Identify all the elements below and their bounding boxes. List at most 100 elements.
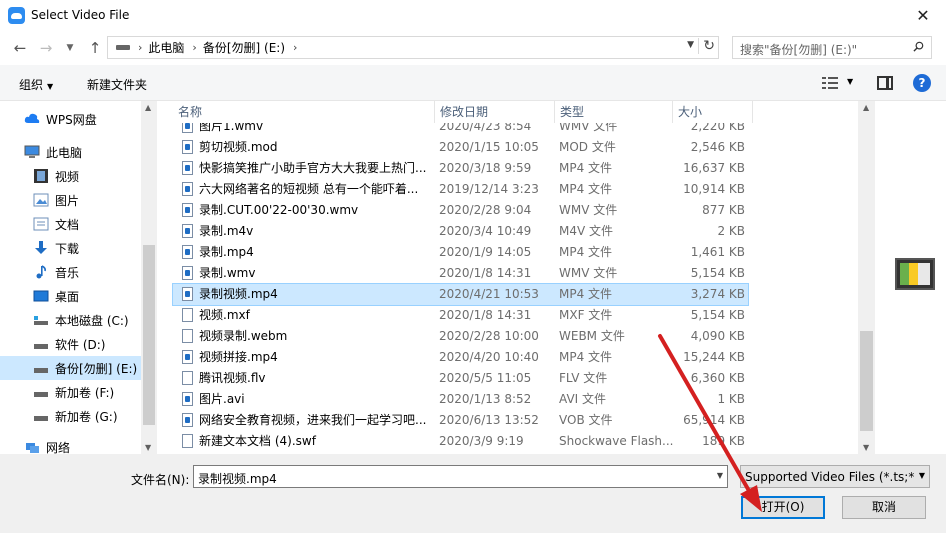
- table-row[interactable]: 网络安全教育视频，进来我们一起学习吧... 2020/6/13 13:52 VOB …: [173, 410, 748, 431]
- nav-item-label: 文档: [55, 217, 80, 232]
- file-size: 3,274 KB: [690, 287, 745, 301]
- cancel-button[interactable]: 取消: [842, 496, 926, 519]
- nav-item-label: 视频: [55, 169, 80, 184]
- title-bar: Select Video File ✕: [0, 0, 946, 31]
- file-date: 2020/1/15 10:05: [439, 140, 539, 154]
- scroll-up-arrow-icon[interactable]: ▲: [145, 103, 151, 112]
- column-size[interactable]: 大小: [673, 101, 753, 123]
- file-date: 2020/2/28 10:00: [439, 329, 539, 343]
- table-row[interactable]: 录制.mp4 2020/1/9 14:05 MP4 文件 1,461 KB: [173, 242, 748, 263]
- video-file-icon: [182, 224, 193, 238]
- recent-locations-chevron-icon[interactable]: ▼: [60, 38, 80, 58]
- breadcrumb-chevron-icon[interactable]: ›: [293, 41, 297, 54]
- view-options-icon[interactable]: [822, 76, 838, 90]
- nav-item-label: 软件 (D:): [55, 337, 106, 352]
- view-options-chevron-icon[interactable]: ▼: [847, 77, 853, 86]
- new-folder-button[interactable]: 新建文件夹: [87, 76, 147, 93]
- navigation-row: ← → ▼ ↑ › 此电脑 › 备份[勿删] (E:) › ▼ ↻ 搜索"备份[…: [0, 31, 946, 65]
- breadcrumb-drive-e[interactable]: 备份[勿删] (E:): [203, 39, 285, 56]
- back-arrow-icon[interactable]: ←: [10, 38, 30, 58]
- filename-dropdown-chevron-icon[interactable]: ▼: [717, 471, 723, 480]
- file-size: 65,914 KB: [683, 413, 745, 427]
- video-folder-icon: [34, 169, 48, 183]
- scroll-down-arrow-icon[interactable]: ▼: [145, 443, 151, 452]
- nav-item-desktop[interactable]: 桌面: [0, 284, 141, 308]
- organize-button[interactable]: 组织 ▼: [19, 76, 53, 93]
- table-row[interactable]: 六大网络著名的短视频 总有一个能吓着... 2019/12/14 3:23 MP4 …: [173, 179, 748, 200]
- file-type: WMV 文件: [559, 266, 618, 280]
- breadcrumb-chevron-icon[interactable]: ›: [138, 41, 142, 54]
- nav-item-drive-g[interactable]: 新加卷 (G:): [0, 404, 141, 428]
- table-row[interactable]: 视频拼接.mp4 2020/4/20 10:40 MP4 文件 15,244 KB: [173, 347, 748, 368]
- file-list-scrollbar[interactable]: ▲ ▼: [858, 101, 875, 454]
- search-box[interactable]: 搜索"备份[勿删] (E:)": [732, 36, 932, 59]
- file-name: 视频.mxf: [199, 308, 250, 322]
- file-type-filter-select[interactable]: Supported Video Files (*.ts;* ▼: [740, 465, 930, 488]
- scrollbar-thumb[interactable]: [860, 331, 873, 431]
- column-name[interactable]: 名称: [173, 101, 435, 123]
- table-row[interactable]: 快影搞笑推广小助手官方大大我要上热门... 2020/3/18 9:59 MP4 文…: [173, 158, 748, 179]
- scroll-down-arrow-icon[interactable]: ▼: [863, 443, 869, 452]
- forward-arrow-icon[interactable]: →: [36, 38, 56, 58]
- file-size: 2,546 KB: [690, 140, 745, 154]
- table-row[interactable]: 腾讯视频.flv 2020/5/5 11:05 FLV 文件 6,360 KB: [173, 368, 748, 389]
- nav-item-downloads[interactable]: 下载: [0, 236, 141, 260]
- column-date[interactable]: 修改日期: [435, 101, 555, 123]
- scrollbar-thumb[interactable]: [143, 245, 155, 425]
- up-arrow-icon[interactable]: ↑: [85, 38, 105, 58]
- table-row[interactable]: 剪切视频.mod 2020/1/15 10:05 MOD 文件 2,546 KB: [173, 137, 748, 158]
- nav-item-videos[interactable]: 视频: [0, 164, 141, 188]
- table-row[interactable]: 录制.wmv 2020/1/8 14:31 WMV 文件 5,154 KB: [173, 263, 748, 284]
- video-file-icon: [182, 140, 193, 154]
- column-type[interactable]: 类型: [555, 101, 673, 123]
- nav-item-this-pc[interactable]: 此电脑: [0, 140, 141, 164]
- scroll-up-arrow-icon[interactable]: ▲: [863, 103, 869, 112]
- drive-icon: [34, 416, 48, 421]
- file-date: 2020/1/8 14:31: [439, 266, 532, 280]
- table-row[interactable]: 录制视频.mp4 2020/4/21 10:53 MP4 文件 3,274 KB: [172, 283, 749, 306]
- filter-dropdown-chevron-icon[interactable]: ▼: [919, 471, 925, 480]
- video-file-icon: [182, 182, 193, 196]
- nav-item-network[interactable]: 网络: [0, 435, 141, 454]
- nav-item-documents[interactable]: 文档: [0, 212, 141, 236]
- nav-item-drive-c[interactable]: 本地磁盘 (C:): [0, 308, 141, 332]
- nav-item-drive-e[interactable]: 备份[勿删] (E:): [0, 356, 141, 380]
- help-icon[interactable]: ?: [913, 74, 931, 92]
- open-button[interactable]: 打开(O): [741, 496, 825, 519]
- app-cloud-icon: [8, 7, 25, 24]
- search-input[interactable]: 搜索"备份[勿删] (E:)": [740, 41, 857, 58]
- nav-item-wps-cloud[interactable]: WPS网盘: [0, 107, 141, 131]
- video-file-icon: [182, 245, 193, 259]
- navigation-scrollbar[interactable]: ▲ ▼: [141, 101, 157, 454]
- address-dropdown-chevron-icon[interactable]: ▼: [687, 40, 694, 50]
- table-row[interactable]: 新建文本文档 (4).swf 2020/3/9 9:19 Shockwave Fla…: [173, 431, 748, 452]
- nav-item-drive-d[interactable]: 软件 (D:): [0, 332, 141, 356]
- table-row[interactable]: 视频.mxf 2020/1/8 14:31 MXF 文件 5,154 KB: [173, 305, 748, 326]
- nav-item-drive-f[interactable]: 新加卷 (F:): [0, 380, 141, 404]
- table-row[interactable]: 录制.CUT.00'22-00'30.wmv 2020/2/28 9:04 WMV …: [173, 200, 748, 221]
- search-icon[interactable]: [913, 41, 924, 52]
- preview-pane-icon[interactable]: [877, 76, 893, 90]
- table-row[interactable]: 视频录制.webm 2020/2/28 10:00 WEBM 文件 4,090 KB: [173, 326, 748, 347]
- table-row[interactable]: 录制.m4v 2020/3/4 10:49 M4V 文件 2 KB: [173, 221, 748, 242]
- address-bar[interactable]: › 此电脑 › 备份[勿删] (E:) › ▼ ↻: [107, 36, 719, 59]
- file-date: 2020/6/13 13:52: [439, 413, 539, 427]
- filename-value[interactable]: 录制视频.mp4: [198, 470, 277, 487]
- file-size: 15,244 KB: [683, 350, 745, 364]
- close-button[interactable]: ✕: [900, 0, 946, 31]
- documents-folder-icon: [33, 217, 49, 231]
- nav-item-music[interactable]: 音乐: [0, 260, 141, 284]
- file-name: 视频拼接.mp4: [199, 350, 278, 364]
- breadcrumb-this-pc[interactable]: 此电脑: [148, 39, 184, 56]
- file-name: 录制.mp4: [199, 245, 254, 259]
- file-name: 网络安全教育视频，进来我们一起学习吧...: [199, 413, 427, 427]
- drive-icon: [116, 45, 130, 50]
- nav-item-label: 下载: [55, 241, 80, 256]
- nav-item-pictures[interactable]: 图片: [0, 188, 141, 212]
- navigation-pane: WPS网盘 此电脑 视频 图片 文档 下载 音乐 桌面 本地磁盘 (C:) 软件…: [0, 101, 157, 454]
- refresh-icon[interactable]: ↻: [698, 38, 715, 54]
- drive-icon: [34, 316, 48, 325]
- breadcrumb-chevron-icon[interactable]: ›: [192, 41, 196, 54]
- filename-field[interactable]: 录制视频.mp4 ▼: [193, 465, 728, 488]
- table-row[interactable]: 图片.avi 2020/1/13 8:52 AVI 文件 1 KB: [173, 389, 748, 410]
